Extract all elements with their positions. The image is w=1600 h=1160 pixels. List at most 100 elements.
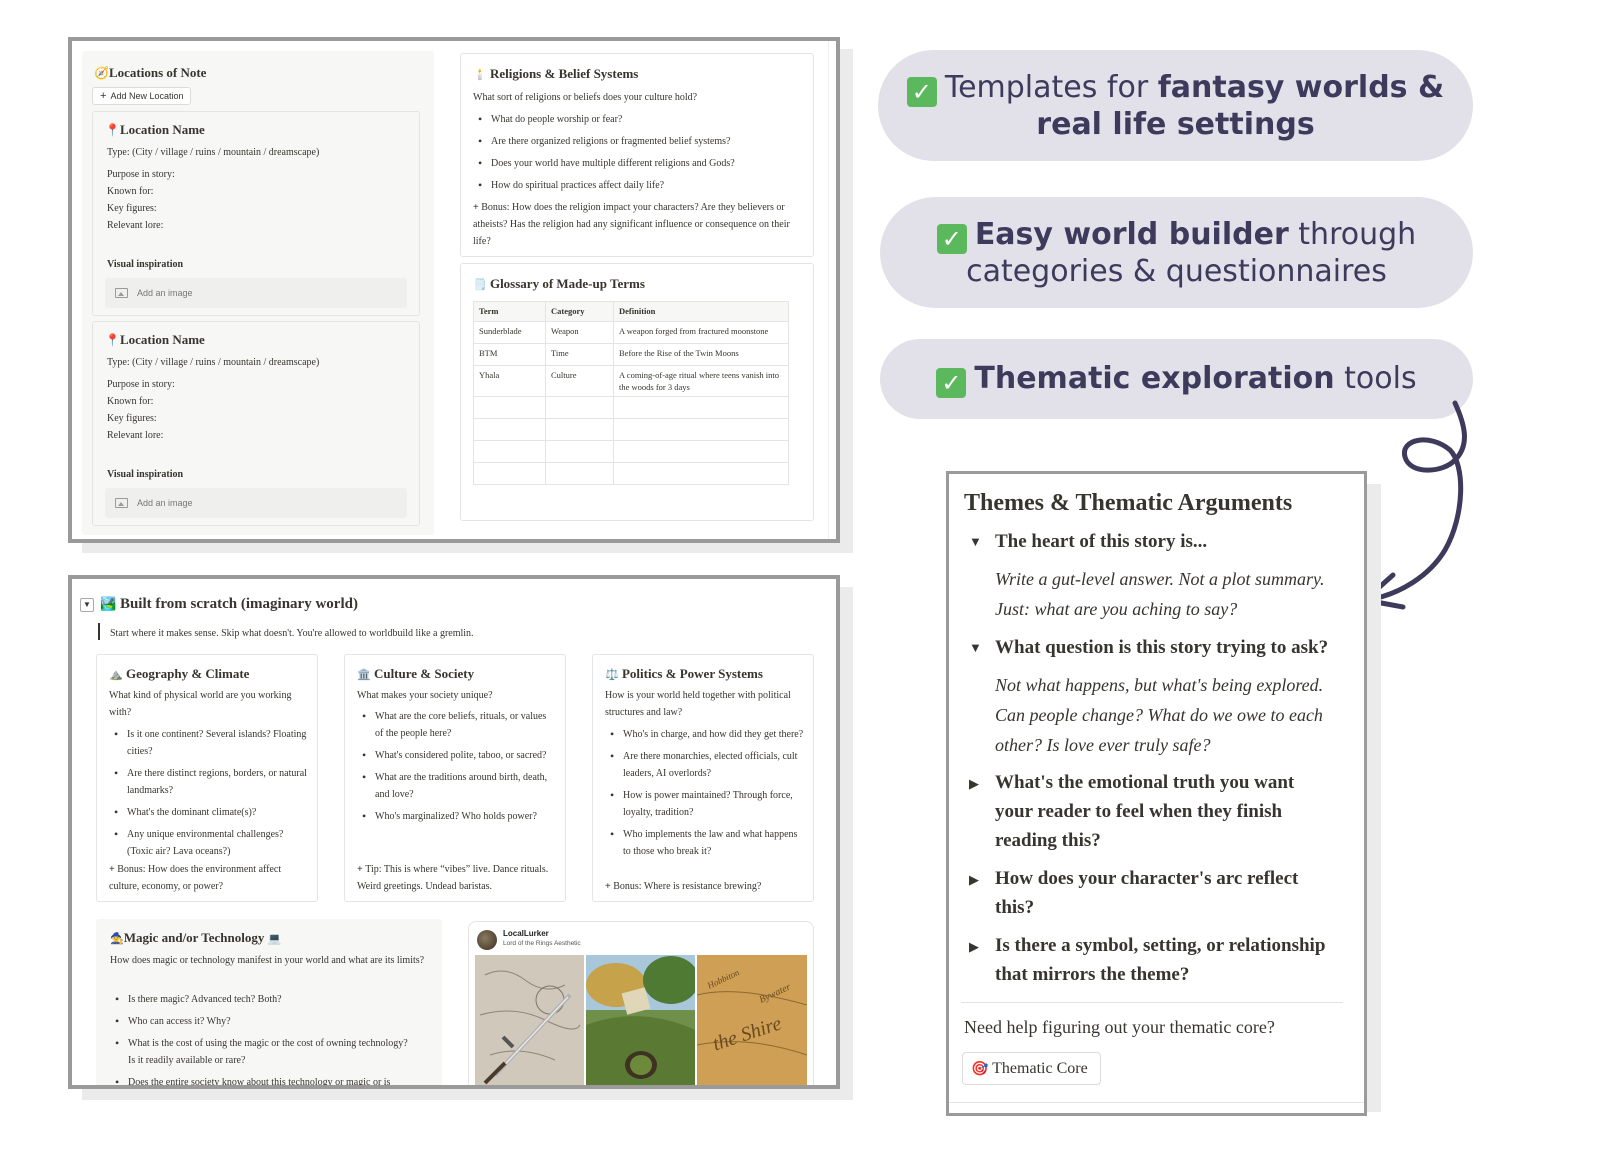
culture-question: What's considered polite, taboo, or sacr… bbox=[357, 747, 557, 764]
scrollbar[interactable] bbox=[828, 41, 836, 539]
add-image-button[interactable]: Add an image bbox=[105, 278, 407, 308]
table-row[interactable]: Yhala Culture A coming-of-age ritual whe… bbox=[473, 365, 789, 397]
visual-label: Visual inspiration bbox=[107, 259, 184, 270]
magic-question: Is there magic? Advanced tech? Both? bbox=[110, 991, 410, 1008]
table-row[interactable] bbox=[473, 440, 789, 463]
field-known: Known for: bbox=[107, 396, 154, 407]
toggle-button[interactable]: ▼ bbox=[80, 598, 94, 612]
scales-icon: ⚖️ bbox=[605, 669, 619, 681]
field-purpose: Purpose in story: bbox=[107, 379, 175, 390]
magic-question: What is the cost of using the magic or t… bbox=[110, 1035, 410, 1069]
feature-pill-templates: ✓ Templates for fantasy worlds & real lif… bbox=[878, 50, 1473, 161]
theme-question[interactable]: The heart of this story is... bbox=[995, 527, 1355, 556]
visual-label: Visual inspiration bbox=[107, 469, 184, 480]
pin-icon: 📍 bbox=[105, 123, 120, 137]
magic-card: 🧙Magic and/or Technology 💻 How does magi… bbox=[96, 919, 442, 1085]
theme-question[interactable]: Is there a symbol, setting, or relations… bbox=[995, 931, 1360, 989]
target-icon: 🎯 bbox=[971, 1062, 989, 1077]
theme-question[interactable]: What's the emotional truth you want your… bbox=[995, 768, 1325, 855]
plus-icon: + bbox=[100, 90, 107, 102]
toggle-closed-icon[interactable]: ▶ bbox=[969, 776, 979, 792]
religion-question: What do people worship or fear? bbox=[473, 111, 803, 128]
add-location-button[interactable]: + Add New Location bbox=[92, 87, 192, 105]
politics-question: Are there monarchies, elected officials,… bbox=[605, 748, 807, 782]
politics-question: Who's in charge, and how did they get th… bbox=[605, 726, 807, 743]
location-type: Type: (City / village / ruins / mountain… bbox=[107, 357, 320, 368]
theme-answer: Write a gut-level answer. Not a plot sum… bbox=[995, 569, 1325, 619]
locations-panel: 🧭Locations of Note + Add New Location 📍Lo… bbox=[82, 51, 434, 535]
geo-question: What's the dominant climate(s)? bbox=[109, 804, 311, 821]
thematic-core-button[interactable]: 🎯 Thematic Core bbox=[962, 1052, 1101, 1085]
help-text: Need help figuring out your thematic cor… bbox=[964, 1017, 1275, 1037]
geo-question: Is it one continent? Several islands? Fl… bbox=[109, 726, 311, 760]
location-name: Location Name bbox=[119, 122, 205, 137]
wizard-icon: 🧙 bbox=[110, 933, 124, 945]
pinterest-embed[interactable]: LocalLurker Lord of the Rings Aesthetic bbox=[468, 921, 814, 1085]
toggle-open-icon[interactable]: ▼ bbox=[969, 534, 982, 550]
notepad-icon: 🗒️ bbox=[473, 279, 487, 291]
themes-title: Themes & Thematic Arguments bbox=[964, 490, 1293, 516]
toggle-open-icon[interactable]: ▼ bbox=[969, 640, 982, 656]
add-image-button[interactable]: Add an image bbox=[105, 488, 407, 518]
culture-question: What are the traditions around birth, de… bbox=[357, 769, 557, 803]
pin-board: Lord of the Rings Aesthetic bbox=[503, 940, 581, 947]
politics-card: ⚖️ Politics & Power Systems How is your … bbox=[592, 654, 814, 902]
toggle-closed-icon[interactable]: ▶ bbox=[969, 939, 979, 955]
hobbit-hole-image bbox=[586, 955, 695, 1085]
location-card[interactable]: 📍Location Name Type: (City / village / r… bbox=[92, 321, 420, 526]
religions-card: 🕯️ Religions & Belief Systems What sort … bbox=[460, 53, 814, 257]
table-header: Definition bbox=[613, 301, 789, 322]
religion-question: Are there organized religions or fragmen… bbox=[473, 133, 803, 150]
check-icon: ✓ bbox=[936, 223, 967, 254]
compass-icon: 🧭 bbox=[94, 66, 109, 80]
glossary-title: Glossary of Made-up Terms bbox=[489, 276, 645, 291]
bottom-screenshot: ▼ 🏞️ Built from scratch (imaginary world… bbox=[68, 575, 854, 1104]
theme-question[interactable]: What question is this story trying to as… bbox=[995, 633, 1355, 662]
image-icon bbox=[115, 498, 128, 508]
check-icon: ✓ bbox=[906, 76, 937, 107]
top-screenshot: 🧭Locations of Note + Add New Location 📍Lo… bbox=[68, 37, 854, 555]
religions-intro: What sort of religions or beliefs does y… bbox=[473, 92, 698, 103]
field-lore: Relevant lore: bbox=[107, 430, 164, 441]
table-row[interactable]: BTM Time Before the Rise of the Twin Moo… bbox=[473, 343, 789, 366]
mountain-icon: ⛰️ bbox=[109, 669, 123, 681]
theme-answer: Not what happens, but what's being explo… bbox=[995, 675, 1324, 755]
magic-question: Who can access it? Why? bbox=[110, 1013, 410, 1030]
field-purpose: Purpose in story: bbox=[107, 169, 175, 180]
table-row[interactable] bbox=[473, 462, 789, 485]
culture-question: What are the core beliefs, rituals, or v… bbox=[357, 708, 557, 742]
geo-question: Any unique environmental challenges? (To… bbox=[109, 826, 311, 860]
magic-question: Does the entire society know about this … bbox=[110, 1074, 410, 1085]
glossary-card: 🗒️ Glossary of Made-up Terms Term Catego… bbox=[460, 263, 814, 521]
toggle-closed-icon[interactable]: ▶ bbox=[969, 872, 979, 888]
shire-map-image: the Shire Bywater Hobbiton bbox=[697, 955, 807, 1085]
theme-question[interactable]: How does your character's arc reflect th… bbox=[995, 864, 1325, 922]
location-name: Location Name bbox=[119, 332, 205, 347]
glossary-table[interactable]: Term Category Definition Sunderblade Wea… bbox=[473, 301, 789, 485]
scratch-title: Built from scratch (imaginary world) bbox=[119, 596, 358, 612]
pin-icon: 📍 bbox=[105, 333, 120, 347]
divider bbox=[961, 1002, 1343, 1003]
culture-card: 🏛️ Culture & Society What makes your soc… bbox=[344, 654, 566, 902]
pin-user: LocalLurker bbox=[503, 929, 549, 938]
religion-question: How do spiritual practices affect daily … bbox=[473, 177, 803, 194]
quote-block: Start where it makes sense. Skip what do… bbox=[98, 623, 474, 640]
check-icon: ✓ bbox=[936, 367, 967, 398]
plus-icon: + bbox=[473, 202, 482, 213]
candle-icon: 🕯️ bbox=[473, 69, 487, 81]
religions-bonus: Bonus: How does the religion impact your… bbox=[473, 202, 790, 247]
table-header: Category bbox=[545, 301, 614, 322]
field-figures: Key figures: bbox=[107, 413, 157, 424]
field-lore: Relevant lore: bbox=[107, 220, 164, 231]
plus-icon: + bbox=[109, 864, 118, 875]
table-row[interactable]: Sunderblade Weapon A weapon forged from … bbox=[473, 321, 789, 344]
feature-pill-builder: ✓ Easy world builder through categories &… bbox=[880, 197, 1473, 308]
plus-icon: + bbox=[357, 864, 366, 875]
location-card[interactable]: 📍Location Name Type: (City / village / r… bbox=[92, 111, 420, 316]
table-header: Term bbox=[473, 301, 546, 322]
temple-icon: 🏛️ bbox=[357, 669, 371, 681]
table-row[interactable] bbox=[473, 418, 789, 441]
table-row[interactable] bbox=[473, 396, 789, 419]
map-sword-image bbox=[475, 955, 584, 1085]
location-type: Type: (City / village / ruins / mountain… bbox=[107, 147, 320, 158]
